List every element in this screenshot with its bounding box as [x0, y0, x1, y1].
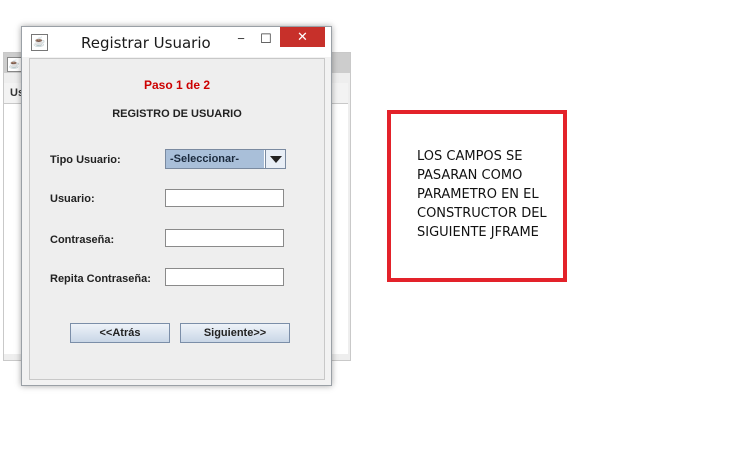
repita-contrasena-label: Repita Contraseña:: [50, 273, 151, 285]
tipo-usuario-selected-value: -Seleccionar-: [166, 150, 264, 168]
annotation-text: LOS CAMPOS SE PASARAN COMO PARAMETRO EN …: [417, 149, 547, 240]
step-indicator: Paso 1 de 2: [143, 78, 211, 92]
repita-contrasena-input[interactable]: [165, 268, 284, 286]
dialog-title: Registrar Usuario: [81, 34, 211, 52]
maximize-button[interactable]: ☐: [254, 29, 278, 51]
tipo-usuario-label: Tipo Usuario:: [50, 154, 121, 166]
dialog-titlebar[interactable]: ☕ Registrar Usuario − ☐ ✕: [22, 27, 331, 57]
close-button[interactable]: ✕: [280, 27, 325, 47]
form-heading: REGISTRO DE USUARIO: [112, 108, 242, 120]
tipo-usuario-select[interactable]: -Seleccionar-: [165, 149, 286, 169]
java-icon: ☕: [31, 34, 48, 51]
next-button[interactable]: Siguiente>>: [180, 323, 290, 343]
usuario-input[interactable]: [165, 189, 284, 207]
annotation-box: LOS CAMPOS SE PASARAN COMO PARAMETRO EN …: [387, 110, 567, 282]
usuario-label: Usuario:: [50, 193, 95, 205]
registrar-usuario-dialog: ☕ Registrar Usuario − ☐ ✕ Paso 1 de 2 RE…: [21, 26, 332, 386]
contrasena-label: Contraseña:: [50, 234, 115, 246]
minimize-button[interactable]: −: [229, 29, 253, 51]
java-icon: ☕: [7, 57, 22, 72]
chevron-down-icon[interactable]: [265, 150, 285, 168]
back-button[interactable]: <<Atrás: [70, 323, 170, 343]
contrasena-input[interactable]: [165, 229, 284, 247]
dialog-content: Paso 1 de 2 REGISTRO DE USUARIO Tipo Usu…: [29, 58, 325, 380]
